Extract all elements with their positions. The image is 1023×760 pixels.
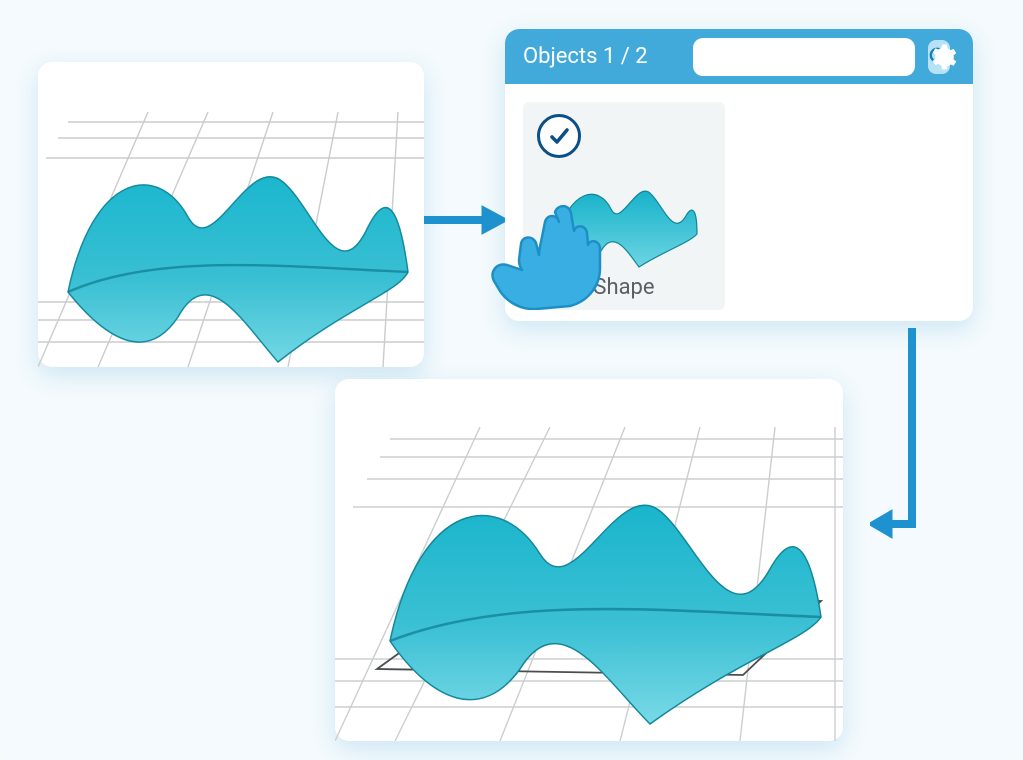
source-3d-view [38,62,424,367]
objects-panel: Objects 1 / 2 [505,29,973,321]
search-field[interactable] [693,38,915,76]
diagram-canvas: Objects 1 / 2 [0,0,1023,760]
selection-check[interactable] [537,114,581,158]
result-3d-view [335,379,843,741]
gear-icon [927,42,957,72]
search-input[interactable] [703,46,928,68]
object-item-shape[interactable]: Shape [523,102,725,310]
shape-3d-render [38,62,424,367]
object-item-label: Shape [593,275,654,300]
arrow-to-objects [424,200,508,240]
objects-panel-body: Shape [505,84,973,321]
objects-panel-title: Objects 1 / 2 [523,44,648,69]
settings-button[interactable] [925,40,959,74]
arrow-to-result [870,328,930,556]
shape-3d-render-selected [335,379,843,741]
shape-thumbnail [549,159,699,269]
objects-panel-header: Objects 1 / 2 [505,29,973,84]
check-icon [547,124,571,148]
